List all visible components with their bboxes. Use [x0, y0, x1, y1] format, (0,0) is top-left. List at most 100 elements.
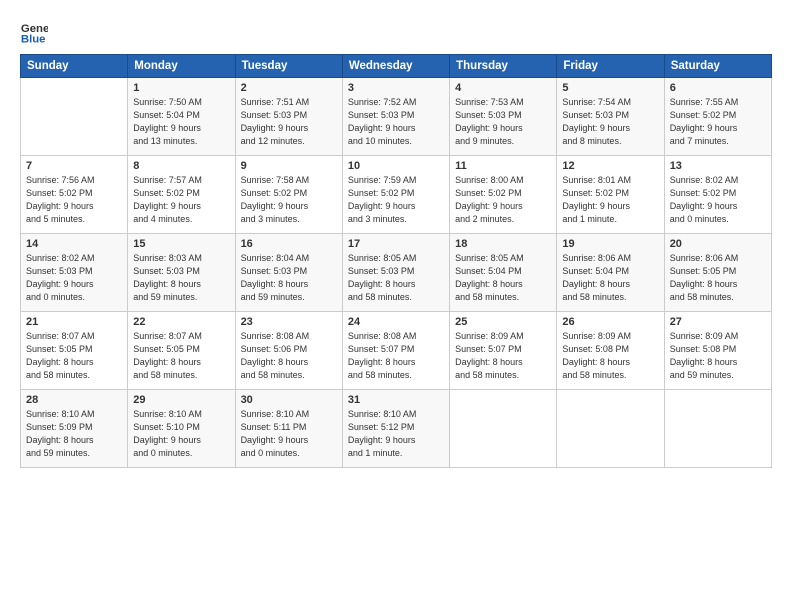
day-info: Sunrise: 8:03 AM Sunset: 5:03 PM Dayligh…: [133, 252, 229, 304]
svg-text:Blue: Blue: [21, 34, 46, 46]
week-row-2: 7 Sunrise: 7:56 AM Sunset: 5:02 PM Daylig…: [21, 156, 772, 234]
day-number: 21: [26, 316, 122, 328]
calendar-cell: 30 Sunrise: 8:10 AM Sunset: 5:11 PM Dayli…: [235, 390, 342, 468]
weekday-header-tuesday: Tuesday: [235, 55, 342, 78]
day-number: 23: [241, 316, 337, 328]
weekday-header-friday: Friday: [557, 55, 664, 78]
day-number: 8: [133, 160, 229, 172]
week-row-1: 1 Sunrise: 7:50 AM Sunset: 5:04 PM Daylig…: [21, 78, 772, 156]
day-info: Sunrise: 7:56 AM Sunset: 5:02 PM Dayligh…: [26, 174, 122, 226]
day-number: 26: [562, 316, 658, 328]
day-info: Sunrise: 8:10 AM Sunset: 5:12 PM Dayligh…: [348, 408, 444, 460]
week-row-3: 14 Sunrise: 8:02 AM Sunset: 5:03 PM Dayli…: [21, 234, 772, 312]
day-info: Sunrise: 8:07 AM Sunset: 5:05 PM Dayligh…: [133, 330, 229, 382]
day-number: 17: [348, 238, 444, 250]
calendar-cell: 7 Sunrise: 7:56 AM Sunset: 5:02 PM Daylig…: [21, 156, 128, 234]
day-info: Sunrise: 8:06 AM Sunset: 5:05 PM Dayligh…: [670, 252, 766, 304]
calendar-cell: 19Sunrise: 8:06 AM Sunset: 5:04 PM Dayli…: [557, 234, 664, 312]
calendar-page: General Blue SundayMondayTuesdayWednesda…: [0, 0, 792, 612]
calendar-cell: [557, 390, 664, 468]
weekday-header-wednesday: Wednesday: [342, 55, 449, 78]
day-number: 6: [670, 82, 766, 94]
day-info: Sunrise: 8:09 AM Sunset: 5:07 PM Dayligh…: [455, 330, 551, 382]
weekday-header-row: SundayMondayTuesdayWednesdayThursdayFrid…: [21, 55, 772, 78]
day-info: Sunrise: 8:04 AM Sunset: 5:03 PM Dayligh…: [241, 252, 337, 304]
calendar-cell: 9Sunrise: 7:58 AM Sunset: 5:02 PM Daylig…: [235, 156, 342, 234]
calendar-cell: 11 Sunrise: 8:00 AM Sunset: 5:02 PM Dayli…: [450, 156, 557, 234]
day-info: Sunrise: 7:54 AM Sunset: 5:03 PM Dayligh…: [562, 96, 658, 148]
calendar-cell: 15 Sunrise: 8:03 AM Sunset: 5:03 PM Dayli…: [128, 234, 235, 312]
calendar-cell: 24 Sunrise: 8:08 AM Sunset: 5:07 PM Dayli…: [342, 312, 449, 390]
calendar-cell: 25Sunrise: 8:09 AM Sunset: 5:07 PM Dayli…: [450, 312, 557, 390]
logo-icon: General Blue: [20, 18, 48, 46]
day-number: 14: [26, 238, 122, 250]
calendar-cell: 27 Sunrise: 8:09 AM Sunset: 5:08 PM Dayli…: [664, 312, 771, 390]
day-info: Sunrise: 7:58 AM Sunset: 5:02 PM Dayligh…: [241, 174, 337, 226]
calendar-cell: [664, 390, 771, 468]
day-info: Sunrise: 7:55 AM Sunset: 5:02 PM Dayligh…: [670, 96, 766, 148]
day-number: 12: [562, 160, 658, 172]
day-info: Sunrise: 8:10 AM Sunset: 5:09 PM Dayligh…: [26, 408, 122, 460]
day-number: 20: [670, 238, 766, 250]
week-row-5: 28Sunrise: 8:10 AM Sunset: 5:09 PM Dayli…: [21, 390, 772, 468]
day-info: Sunrise: 7:59 AM Sunset: 5:02 PM Dayligh…: [348, 174, 444, 226]
calendar-cell: 13Sunrise: 8:02 AM Sunset: 5:02 PM Dayli…: [664, 156, 771, 234]
calendar-cell: 17 Sunrise: 8:05 AM Sunset: 5:03 PM Dayli…: [342, 234, 449, 312]
day-number: 16: [241, 238, 337, 250]
day-number: 10: [348, 160, 444, 172]
day-number: 24: [348, 316, 444, 328]
day-number: 7: [26, 160, 122, 172]
week-row-4: 21 Sunrise: 8:07 AM Sunset: 5:05 PM Dayli…: [21, 312, 772, 390]
weekday-header-sunday: Sunday: [21, 55, 128, 78]
calendar-cell: 22Sunrise: 8:07 AM Sunset: 5:05 PM Dayli…: [128, 312, 235, 390]
day-number: 27: [670, 316, 766, 328]
calendar-cell: 14 Sunrise: 8:02 AM Sunset: 5:03 PM Dayli…: [21, 234, 128, 312]
calendar-cell: 18Sunrise: 8:05 AM Sunset: 5:04 PM Dayli…: [450, 234, 557, 312]
calendar-cell: 23Sunrise: 8:08 AM Sunset: 5:06 PM Dayli…: [235, 312, 342, 390]
calendar-cell: 1 Sunrise: 7:50 AM Sunset: 5:04 PM Daylig…: [128, 78, 235, 156]
day-number: 31: [348, 394, 444, 406]
logo: General Blue: [20, 18, 54, 46]
calendar-cell: 4 Sunrise: 7:53 AM Sunset: 5:03 PM Daylig…: [450, 78, 557, 156]
calendar-cell: 16 Sunrise: 8:04 AM Sunset: 5:03 PM Dayli…: [235, 234, 342, 312]
day-info: Sunrise: 8:10 AM Sunset: 5:10 PM Dayligh…: [133, 408, 229, 460]
day-info: Sunrise: 8:08 AM Sunset: 5:07 PM Dayligh…: [348, 330, 444, 382]
calendar-cell: [450, 390, 557, 468]
calendar-cell: 31 Sunrise: 8:10 AM Sunset: 5:12 PM Dayli…: [342, 390, 449, 468]
calendar-table: SundayMondayTuesdayWednesdayThursdayFrid…: [20, 54, 772, 468]
day-number: 1: [133, 82, 229, 94]
weekday-header-monday: Monday: [128, 55, 235, 78]
day-info: Sunrise: 8:02 AM Sunset: 5:02 PM Dayligh…: [670, 174, 766, 226]
day-number: 15: [133, 238, 229, 250]
day-info: Sunrise: 8:02 AM Sunset: 5:03 PM Dayligh…: [26, 252, 122, 304]
day-number: 11: [455, 160, 551, 172]
day-info: Sunrise: 8:05 AM Sunset: 5:03 PM Dayligh…: [348, 252, 444, 304]
day-info: Sunrise: 8:07 AM Sunset: 5:05 PM Dayligh…: [26, 330, 122, 382]
day-number: 3: [348, 82, 444, 94]
weekday-header-saturday: Saturday: [664, 55, 771, 78]
day-info: Sunrise: 8:05 AM Sunset: 5:04 PM Dayligh…: [455, 252, 551, 304]
day-info: Sunrise: 8:09 AM Sunset: 5:08 PM Dayligh…: [670, 330, 766, 382]
calendar-cell: 29 Sunrise: 8:10 AM Sunset: 5:10 PM Dayli…: [128, 390, 235, 468]
weekday-header-thursday: Thursday: [450, 55, 557, 78]
day-info: Sunrise: 8:00 AM Sunset: 5:02 PM Dayligh…: [455, 174, 551, 226]
calendar-cell: 6 Sunrise: 7:55 AM Sunset: 5:02 PM Daylig…: [664, 78, 771, 156]
calendar-cell: 3Sunrise: 7:52 AM Sunset: 5:03 PM Daylig…: [342, 78, 449, 156]
day-info: Sunrise: 7:53 AM Sunset: 5:03 PM Dayligh…: [455, 96, 551, 148]
day-number: 4: [455, 82, 551, 94]
day-info: Sunrise: 8:06 AM Sunset: 5:04 PM Dayligh…: [562, 252, 658, 304]
calendar-cell: 28Sunrise: 8:10 AM Sunset: 5:09 PM Dayli…: [21, 390, 128, 468]
day-info: Sunrise: 8:10 AM Sunset: 5:11 PM Dayligh…: [241, 408, 337, 460]
calendar-cell: 20 Sunrise: 8:06 AM Sunset: 5:05 PM Dayli…: [664, 234, 771, 312]
day-number: 29: [133, 394, 229, 406]
day-info: Sunrise: 7:50 AM Sunset: 5:04 PM Dayligh…: [133, 96, 229, 148]
day-info: Sunrise: 7:51 AM Sunset: 5:03 PM Dayligh…: [241, 96, 337, 148]
calendar-cell: 26Sunrise: 8:09 AM Sunset: 5:08 PM Dayli…: [557, 312, 664, 390]
day-number: 5: [562, 82, 658, 94]
day-info: Sunrise: 7:57 AM Sunset: 5:02 PM Dayligh…: [133, 174, 229, 226]
day-number: 30: [241, 394, 337, 406]
day-number: 2: [241, 82, 337, 94]
calendar-cell: 21 Sunrise: 8:07 AM Sunset: 5:05 PM Dayli…: [21, 312, 128, 390]
calendar-cell: [21, 78, 128, 156]
header: General Blue: [20, 18, 772, 46]
